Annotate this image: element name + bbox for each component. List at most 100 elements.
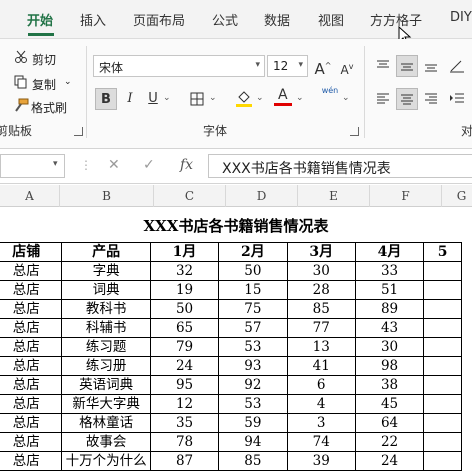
confirm-formula-icon[interactable]: ✓ [143, 157, 155, 173]
table-cell[interactable]: 38 [354, 375, 425, 395]
table-cell[interactable]: 89 [354, 299, 425, 319]
table-cell[interactable]: 总店 [0, 356, 63, 376]
table-cell[interactable]: 15 [218, 280, 288, 300]
table-cell[interactable]: 30 [286, 261, 356, 281]
table-cell[interactable]: 十万个为什么 [61, 451, 151, 471]
align-left-button[interactable] [372, 88, 394, 110]
name-box-chevron-down-icon[interactable]: ▾ [53, 159, 58, 169]
table-cell[interactable]: 30 [354, 337, 425, 357]
table-cell[interactable]: 43 [354, 318, 425, 338]
header-cell[interactable]: 4月 [354, 242, 425, 262]
table-cell[interactable]: 57 [218, 318, 288, 338]
table-cell[interactable]: 93 [218, 356, 288, 376]
tab-insert[interactable]: 插入 [80, 10, 106, 29]
table-cell[interactable]: 12 [149, 394, 220, 414]
table-cell[interactable]: 总店 [0, 451, 63, 471]
table-cell[interactable]: 总店 [0, 261, 63, 281]
table-cell[interactable]: 6 [286, 375, 356, 395]
font-color-button[interactable]: A [272, 86, 294, 108]
column-header-d[interactable]: D [226, 185, 298, 207]
table-cell[interactable]: 新华大字典 [61, 394, 151, 414]
insert-function-icon[interactable]: fx [180, 157, 193, 173]
table-cell[interactable]: 字典 [61, 261, 151, 281]
table-cell[interactable]: 33 [354, 261, 425, 281]
font-launcher-icon[interactable] [350, 127, 359, 136]
table-cell[interactable]: 科辅书 [61, 318, 151, 338]
column-header-a[interactable]: A [0, 185, 60, 207]
table-cell[interactable] [423, 280, 462, 300]
table-cell[interactable] [423, 432, 462, 452]
table-cell[interactable]: 格林童话 [61, 413, 151, 433]
table-cell[interactable]: 练习册 [61, 356, 151, 376]
indent-button[interactable] [446, 88, 468, 110]
column-header-e[interactable]: E [298, 185, 370, 207]
table-cell[interactable]: 94 [218, 432, 288, 452]
header-cell[interactable]: 3月 [286, 242, 356, 262]
table-cell[interactable]: 练习题 [61, 337, 151, 357]
table-cell[interactable]: 13 [286, 337, 356, 357]
table-cell[interactable]: 64 [354, 413, 425, 433]
column-header-c[interactable]: C [154, 185, 226, 207]
table-cell[interactable]: 总店 [0, 432, 63, 452]
align-bottom-button[interactable] [420, 55, 442, 77]
table-cell[interactable] [423, 451, 462, 471]
table-cell[interactable]: 总店 [0, 375, 63, 395]
table-cell[interactable] [423, 356, 462, 376]
grow-font-button[interactable]: A^ [312, 55, 334, 78]
table-cell[interactable]: 75 [218, 299, 288, 319]
shrink-font-button[interactable]: Av [336, 56, 358, 78]
table-cell[interactable]: 词典 [61, 280, 151, 300]
table-cell[interactable]: 74 [286, 432, 356, 452]
table-cell[interactable]: 39 [286, 451, 356, 471]
column-header-g[interactable]: G [442, 185, 472, 207]
table-cell[interactable] [423, 375, 462, 395]
table-cell[interactable]: 4 [286, 394, 356, 414]
table-cell[interactable]: 85 [218, 451, 288, 471]
table-cell[interactable]: 24 [149, 356, 220, 376]
tab-home[interactable]: 开始 [27, 10, 53, 29]
table-cell[interactable]: 53 [218, 394, 288, 414]
table-cell[interactable] [423, 394, 462, 414]
table-cell[interactable]: 35 [149, 413, 220, 433]
name-box[interactable]: ▾ [0, 154, 65, 178]
table-cell[interactable]: 总店 [0, 280, 63, 300]
table-cell[interactable]: 英语词典 [61, 375, 151, 395]
phonetic-guide-button[interactable]: wén [319, 86, 341, 108]
table-cell[interactable] [423, 318, 462, 338]
tab-data[interactable]: 数据 [264, 10, 290, 29]
align-right-button[interactable] [420, 88, 442, 110]
table-cell[interactable] [423, 413, 462, 433]
header-cell[interactable]: 5 [423, 242, 462, 262]
table-cell[interactable]: 85 [286, 299, 356, 319]
table-cell[interactable]: 28 [286, 280, 356, 300]
font-name-select[interactable]: 宋体 ▾ [93, 55, 265, 77]
underline-dropdown-chevron-icon[interactable]: ⌄ [163, 93, 171, 103]
table-cell[interactable]: 79 [149, 337, 220, 357]
table-cell[interactable]: 78 [149, 432, 220, 452]
align-top-button[interactable] [372, 55, 394, 77]
table-cell[interactable]: 87 [149, 451, 220, 471]
table-cell[interactable]: 77 [286, 318, 356, 338]
header-cell[interactable]: 店铺 [0, 242, 63, 262]
column-header-b[interactable]: B [60, 185, 154, 207]
header-cell[interactable]: 1月 [149, 242, 220, 262]
underline-button[interactable]: U [142, 88, 164, 110]
formula-input[interactable]: XXX书店各书籍销售情况表 [208, 154, 472, 178]
header-cell[interactable]: 2月 [218, 242, 288, 262]
header-cell[interactable]: 产品 [61, 242, 151, 262]
align-center-button[interactable] [396, 88, 418, 110]
tab-formulas[interactable]: 公式 [212, 10, 238, 29]
table-cell[interactable]: 19 [149, 280, 220, 300]
table-cell[interactable]: 故事会 [61, 432, 151, 452]
borders-button[interactable] [186, 88, 208, 110]
copy-dropdown-chevron-icon[interactable]: ⌄ [64, 77, 72, 87]
table-cell[interactable]: 65 [149, 318, 220, 338]
table-cell[interactable]: 95 [149, 375, 220, 395]
fill-color-dropdown-chevron-icon[interactable]: ⌄ [256, 93, 264, 103]
borders-dropdown-chevron-icon[interactable]: ⌄ [209, 93, 217, 103]
italic-button[interactable]: I [119, 88, 141, 110]
table-cell[interactable]: 3 [286, 413, 356, 433]
font-size-select[interactable]: 12 ▾ [267, 55, 308, 77]
align-middle-button[interactable] [396, 55, 418, 77]
font-color-dropdown-chevron-icon[interactable]: ⌄ [296, 93, 304, 103]
